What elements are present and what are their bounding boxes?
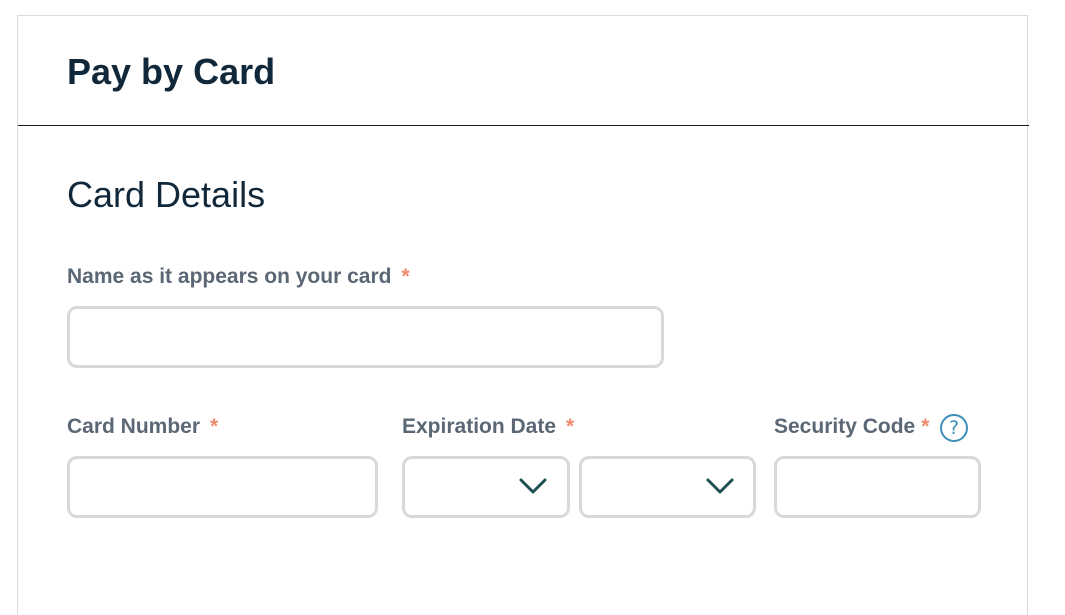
chevron-down-icon	[706, 478, 734, 494]
cardholder-name-label: Name as it appears on your card *	[67, 264, 410, 290]
pay-by-card-panel: Pay by Card Card Details Name as it appe…	[17, 15, 1029, 615]
expiration-month-select[interactable]	[402, 456, 570, 518]
cardholder-name-input[interactable]	[67, 306, 664, 368]
cardholder-name-label-text: Name as it appears on your card	[67, 265, 392, 288]
required-asterisk: *	[921, 415, 930, 438]
panel-header: Pay by Card	[18, 16, 1029, 126]
expiration-date-label-text: Expiration Date	[402, 415, 557, 438]
required-asterisk: *	[401, 265, 410, 288]
chevron-down-icon	[519, 478, 547, 494]
card-number-label-text: Card Number	[67, 415, 201, 438]
required-asterisk: *	[566, 415, 575, 438]
card-number-label: Card Number *	[67, 414, 218, 440]
expiration-year-select[interactable]	[579, 456, 756, 518]
security-code-input[interactable]	[774, 456, 981, 518]
security-code-label: Security Code *	[774, 414, 929, 440]
card-details-heading: Card Details	[67, 174, 266, 215]
security-code-label-text: Security Code	[774, 415, 916, 438]
expiration-date-label: Expiration Date *	[402, 414, 574, 440]
card-number-input[interactable]	[67, 456, 378, 518]
required-asterisk: *	[210, 415, 219, 438]
question-circle-icon[interactable]: ?	[940, 414, 968, 442]
page-title: Pay by Card	[67, 51, 276, 92]
